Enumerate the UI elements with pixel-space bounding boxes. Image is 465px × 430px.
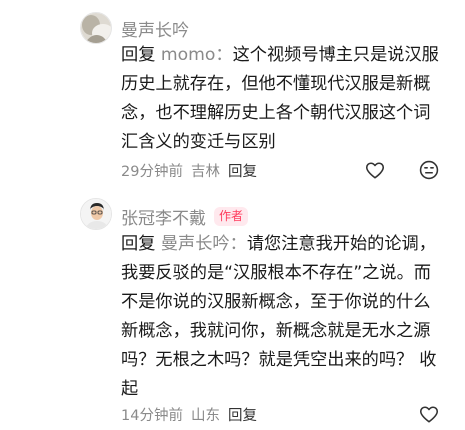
location: 山东 [190,408,220,424]
reply-prefix: 回复 [121,45,156,65]
comment-meta: 29分钟前 吉林 回复 [121,160,257,181]
timestamp: 29分钟前 [121,164,183,180]
avatar[interactable] [80,198,112,230]
author-row: 曼声长吟 [121,16,189,41]
comment-item: 张冠李不戴 作者 回复 曼声长吟：请您注意我开始的论调，我要反驳的是“汉服根本不… [0,196,465,430]
author-badge: 作者 [214,207,249,226]
comment-text: 回复 momo：这个视频号博主只是说汉服历史上就存在，但他不懂现代汉服是新概念，… [121,41,445,157]
heart-icon[interactable] [364,159,386,181]
dislike-face-icon[interactable] [418,159,440,181]
reply-button[interactable]: 回复 [228,404,257,425]
reply-button[interactable]: 回复 [228,160,257,181]
author-row: 张冠李不戴 作者 [121,204,249,229]
location: 吉林 [190,164,220,180]
comment-item: 曼声长吟 回复 momo：这个视频号博主只是说汉服历史上就存在，但他不懂现代汉服… [0,0,465,196]
timestamp: 14分钟前 [121,408,183,424]
author-name[interactable]: 张冠李不戴 [121,204,206,229]
reply-prefix: 回复 [121,234,156,254]
comment-body: 请您注意我开始的论调，我要反驳的是“汉服根本不存在”之说。而不是你说的汉服新概念… [121,234,436,370]
heart-icon[interactable] [418,403,440,425]
reply-target[interactable]: momo： [161,45,233,65]
avatar[interactable] [80,12,112,44]
author-name[interactable]: 曼声长吟 [121,16,189,41]
comment-meta: 14分钟前 山东 回复 [121,404,257,425]
comment-text: 回复 曼声长吟：请您注意我开始的论调，我要反驳的是“汉服根本不存在”之说。而不是… [121,230,445,404]
reply-target[interactable]: 曼声长吟： [161,234,247,254]
